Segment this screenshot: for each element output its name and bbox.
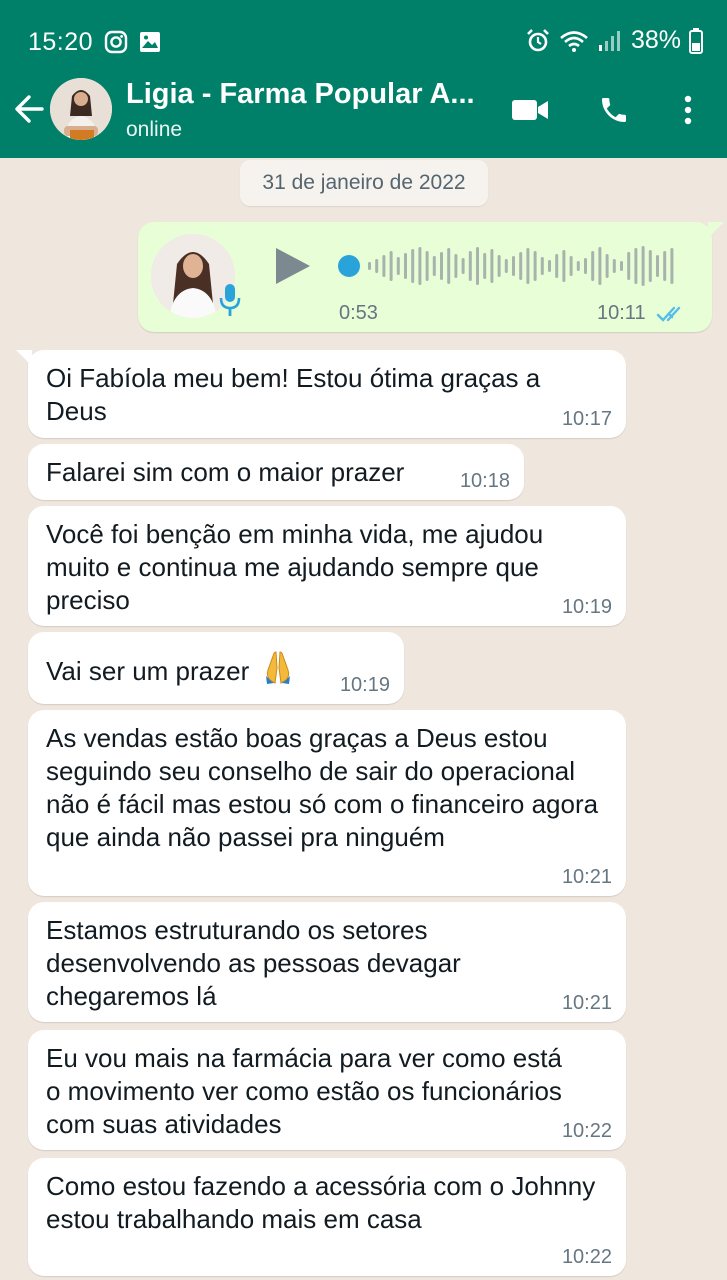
voice-call-button[interactable]: [594, 90, 634, 130]
waveform-bar: [584, 258, 587, 274]
waveform-bar: [512, 256, 515, 276]
bubble-tail: [708, 222, 724, 238]
waveform-bar: [497, 255, 501, 277]
waveform-bar: [490, 249, 494, 283]
contact-name[interactable]: Ligia - Farma Popular A...: [126, 78, 486, 111]
battery-level: 38%: [630, 26, 681, 54]
waveform-bar: [627, 252, 631, 280]
message-time: 10:22: [561, 1246, 612, 1268]
battery-icon: [689, 27, 703, 54]
incoming-message[interactable]: Eu vou mais na farmácia para ver como es…: [28, 1030, 626, 1150]
audio-waveform[interactable]: [338, 242, 683, 290]
waveform-bar: [432, 256, 436, 276]
bubble-tail: [16, 350, 32, 366]
waveform-bar: [411, 249, 415, 283]
incoming-message[interactable]: Estamos estruturando os setores desenvol…: [28, 902, 626, 1022]
read-receipt-icon: [656, 306, 681, 322]
waveform-bar: [404, 253, 407, 279]
playback-position-dot: [338, 255, 360, 277]
incoming-message[interactable]: As vendas estão boas graças a Deus estou…: [28, 710, 626, 896]
waveform-bar: [483, 253, 487, 279]
waveform-bar: [555, 254, 559, 278]
waveform-bar: [447, 248, 451, 284]
waveform-bar: [368, 262, 371, 270]
message-time: 10:18: [459, 470, 510, 492]
voice-duration: 0:53: [339, 302, 378, 324]
waveform-bar: [476, 247, 479, 285]
incoming-message[interactable]: Oi Fabíola meu bem! Estou ótima graças a…: [16, 350, 626, 438]
waveform-bar: [454, 254, 458, 278]
message-text: Eu vou mais na farmácia para ver como es…: [46, 1043, 562, 1139]
waveform-bar: [598, 247, 602, 285]
video-call-button[interactable]: [510, 90, 550, 130]
waveform-bar: [663, 251, 667, 281]
waveform-bar: [634, 248, 638, 284]
instagram-icon: [104, 30, 128, 54]
incoming-message[interactable]: Você foi benção em minha vida, me ajudou…: [28, 506, 626, 626]
waveform-bar: [620, 261, 623, 271]
kebab-menu-icon: [684, 95, 692, 125]
waveform-bar: [396, 257, 400, 275]
date-separator: 31 de janeiro de 2022: [240, 160, 488, 206]
waveform-bar: [389, 251, 393, 281]
waveform-bar: [548, 260, 551, 272]
message-time: 10:17: [561, 408, 612, 430]
message-text: Estamos estruturando os setores desenvol…: [46, 915, 461, 1011]
alarm-icon: [527, 28, 549, 51]
waveform-bar: [440, 252, 443, 280]
waveform-bar: [569, 256, 573, 276]
waveform-bar: [605, 254, 609, 278]
waveform-bar: [648, 250, 652, 282]
status-bar: 15:20 38%: [0, 22, 727, 62]
waveform-bar: [468, 251, 472, 281]
status-time: 15:20: [28, 28, 94, 56]
contact-avatar[interactable]: [50, 78, 112, 140]
phone-icon: [602, 98, 626, 122]
message-text: Falarei sim com o maior prazer: [46, 457, 405, 487]
message-time: 10:21: [561, 992, 612, 1014]
message-time: 10:21: [561, 866, 612, 888]
microphone-icon: [219, 284, 241, 316]
play-icon[interactable]: [270, 244, 314, 288]
gallery-icon: [140, 32, 160, 52]
waveform-bar: [641, 246, 645, 286]
waveform-bar: [562, 250, 566, 282]
signal-icon: [598, 30, 620, 51]
message-text: As vendas estão boas graças a Deus estou…: [46, 723, 599, 852]
waveform-bar: [418, 247, 422, 285]
waveform-bar: [526, 248, 530, 284]
folded-hands-emoji-icon: [265, 651, 290, 684]
incoming-message[interactable]: Como estou fazendo a acessória com o Joh…: [28, 1158, 626, 1276]
waveform-bar: [382, 255, 386, 277]
waveform-bar: [670, 248, 674, 284]
back-arrow-icon[interactable]: [12, 92, 46, 126]
video-camera-icon: [512, 100, 548, 120]
message-text: Oi Fabíola meu bem! Estou ótima graças a…: [46, 363, 541, 426]
incoming-message[interactable]: Vai ser um prazer 10:19: [28, 632, 404, 704]
waveform-bar: [540, 257, 544, 275]
waveform-bar: [612, 259, 616, 273]
waveform-bar: [656, 255, 659, 277]
more-options-button[interactable]: [674, 90, 702, 130]
waveform-bar: [591, 251, 595, 281]
message-text: Você foi benção em minha vida, me ajudou…: [46, 519, 544, 615]
message-time: 10:19: [561, 596, 612, 618]
message-text: Como estou fazendo a acessória com o Joh…: [46, 1171, 596, 1234]
message-time: 10:22: [561, 1120, 612, 1142]
waveform-bar: [375, 259, 379, 273]
chat-header: 15:20 38% Ligia - Farma Popular A... onl…: [0, 0, 727, 158]
waveform-bar: [576, 261, 580, 271]
outgoing-voice-message[interactable]: 0:53 10:11: [138, 222, 724, 332]
incoming-message[interactable]: Falarei sim com o maior prazer 10:18: [28, 444, 524, 500]
message-time: 10:19: [339, 674, 390, 696]
contact-status: online: [126, 118, 183, 141]
waveform-bar: [519, 252, 523, 280]
waveform-bar: [504, 259, 508, 273]
waveform-bar: [425, 251, 429, 281]
waveform-bar: [533, 251, 537, 281]
waveform-bar: [461, 258, 465, 274]
wifi-icon: [560, 30, 588, 52]
message-text: Vai ser um prazer: [46, 656, 250, 686]
message-time: 10:11: [597, 302, 646, 324]
